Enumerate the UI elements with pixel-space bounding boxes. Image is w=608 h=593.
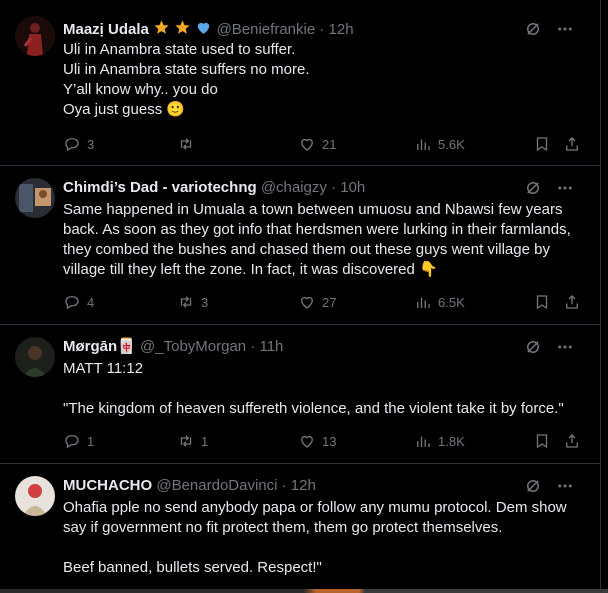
tweet-2[interactable]: Chimdi’s Dad - variotechng @chaigzy · 10…: [0, 166, 600, 325]
views-button[interactable]: 6.5K: [414, 293, 465, 311]
tweet-top-icons: [524, 337, 574, 357]
timestamp[interactable]: · 11h: [250, 338, 283, 355]
display-name[interactable]: Mørgān: [63, 338, 117, 355]
repost-count: 1: [201, 433, 209, 449]
reply-icon: [65, 296, 79, 310]
blue-heart-icon: [195, 19, 212, 42]
tweet-top-icons: [524, 178, 574, 198]
taskbar-strip: [0, 589, 608, 593]
handle[interactable]: @Beniefrankie: [217, 21, 316, 38]
grok-icon[interactable]: [524, 179, 542, 197]
repost-icon: [180, 435, 192, 447]
more-icon[interactable]: [556, 20, 574, 38]
tweet-text: MATT 11:12 "The kingdom of heaven suffer…: [63, 360, 564, 417]
repost-icon: [180, 296, 192, 308]
bookmark-icon: [536, 137, 548, 152]
tweet-actions: 1 1 13 1.8K: [63, 431, 588, 451]
share-icon: [566, 434, 578, 448]
more-icon[interactable]: [556, 179, 574, 197]
tweet-header: Chimdi’s Dad - variotechng @chaigzy · 10…: [63, 178, 580, 198]
like-button[interactable]: 27: [298, 293, 336, 311]
bookmark-button[interactable]: [533, 135, 551, 153]
avatar[interactable]: [15, 178, 55, 218]
bookmark-button[interactable]: [533, 293, 551, 311]
repost-button[interactable]: 3: [177, 293, 208, 311]
more-icon[interactable]: [556, 338, 574, 356]
timestamp[interactable]: · 12h: [319, 21, 353, 38]
reply-count: 4: [87, 294, 95, 310]
avatar[interactable]: [15, 16, 55, 56]
avatar[interactable]: [15, 337, 55, 377]
star-icon: [153, 19, 170, 42]
like-button[interactable]: 21: [298, 135, 336, 153]
share-icon: [566, 137, 578, 151]
tweet-top-icons: [524, 19, 574, 39]
display-name[interactable]: Maazị Udala: [63, 21, 149, 38]
like-count: 13: [322, 433, 337, 449]
share-icon: [566, 295, 578, 309]
reply-button[interactable]: 4: [63, 293, 94, 311]
reply-icon: [65, 138, 79, 152]
avatar[interactable]: [15, 476, 55, 516]
repost-icon: [180, 138, 192, 150]
view-count: 6.5K: [438, 294, 465, 310]
tweet-actions: 3 21 5.6K: [63, 134, 588, 154]
tweet-header: Maazị Udala @Beniefrankie · 12h: [63, 19, 580, 39]
tweet-3[interactable]: Mørgān🀄 @_TobyMorgan · 11h MATT 11:12 "T…: [0, 325, 600, 464]
tweet-header: Mørgān🀄 @_TobyMorgan · 11h: [63, 337, 580, 357]
repost-count: 3: [201, 294, 209, 310]
star-icon: [174, 19, 191, 42]
like-count: 27: [322, 294, 337, 310]
mahjong-icon: 🀄: [117, 338, 136, 355]
views-button[interactable]: 5.6K: [414, 135, 465, 153]
grok-icon[interactable]: [524, 338, 542, 356]
views-icon: [417, 436, 430, 447]
reply-count: 3: [87, 136, 95, 152]
handle[interactable]: @BenardoDavinci: [156, 477, 277, 494]
bookmark-icon: [536, 434, 548, 449]
views-icon: [417, 139, 430, 150]
timeline-right-border: [600, 0, 601, 593]
tweet-header: MUCHACHO @BenardoDavinci · 12h: [63, 476, 580, 496]
view-count: 1.8K: [438, 433, 465, 449]
share-button[interactable]: [563, 293, 581, 311]
reply-icon: [65, 435, 79, 449]
share-button[interactable]: [563, 432, 581, 450]
repost-button[interactable]: [177, 135, 201, 153]
views-button[interactable]: 1.8K: [414, 432, 465, 450]
reply-button[interactable]: 3: [63, 135, 94, 153]
view-count: 5.6K: [438, 136, 465, 152]
display-name[interactable]: MUCHACHO: [63, 477, 152, 494]
handle[interactable]: @chaigzy: [261, 179, 327, 196]
repost-button[interactable]: 1: [177, 432, 208, 450]
heart-icon: [301, 435, 313, 448]
timestamp[interactable]: · 12h: [282, 477, 316, 494]
views-icon: [417, 297, 430, 308]
tweet-text: Ohafia pple no send anybody papa or foll…: [63, 499, 567, 576]
tweet-actions: 4 3 27 6.5K: [63, 292, 588, 312]
tweet-4[interactable]: MUCHACHO @BenardoDavinci · 12h Ohafia pp…: [0, 464, 600, 589]
tweet-top-icons: [524, 476, 574, 496]
tweet-text: Same happened in Umuala a town between u…: [63, 201, 575, 278]
tweet-1[interactable]: Maazị Udala @Beniefrankie · 12h Uli in A…: [0, 0, 600, 166]
tweet-text: Uli in Anambra state used to suffer. Uli…: [63, 41, 310, 118]
more-icon[interactable]: [556, 477, 574, 495]
bookmark-button[interactable]: [533, 432, 551, 450]
reply-count: 1: [87, 433, 95, 449]
reply-button[interactable]: 1: [63, 432, 94, 450]
like-button[interactable]: 13: [298, 432, 336, 450]
heart-icon: [301, 138, 313, 151]
bookmark-icon: [536, 295, 548, 310]
like-count: 21: [322, 136, 337, 152]
handle[interactable]: @_TobyMorgan: [140, 338, 246, 355]
display-name[interactable]: Chimdi’s Dad - variotechng: [63, 179, 257, 196]
grok-icon[interactable]: [524, 477, 542, 495]
timestamp[interactable]: · 10h: [331, 179, 365, 196]
grok-icon[interactable]: [524, 20, 542, 38]
heart-icon: [301, 296, 313, 309]
share-button[interactable]: [563, 135, 581, 153]
